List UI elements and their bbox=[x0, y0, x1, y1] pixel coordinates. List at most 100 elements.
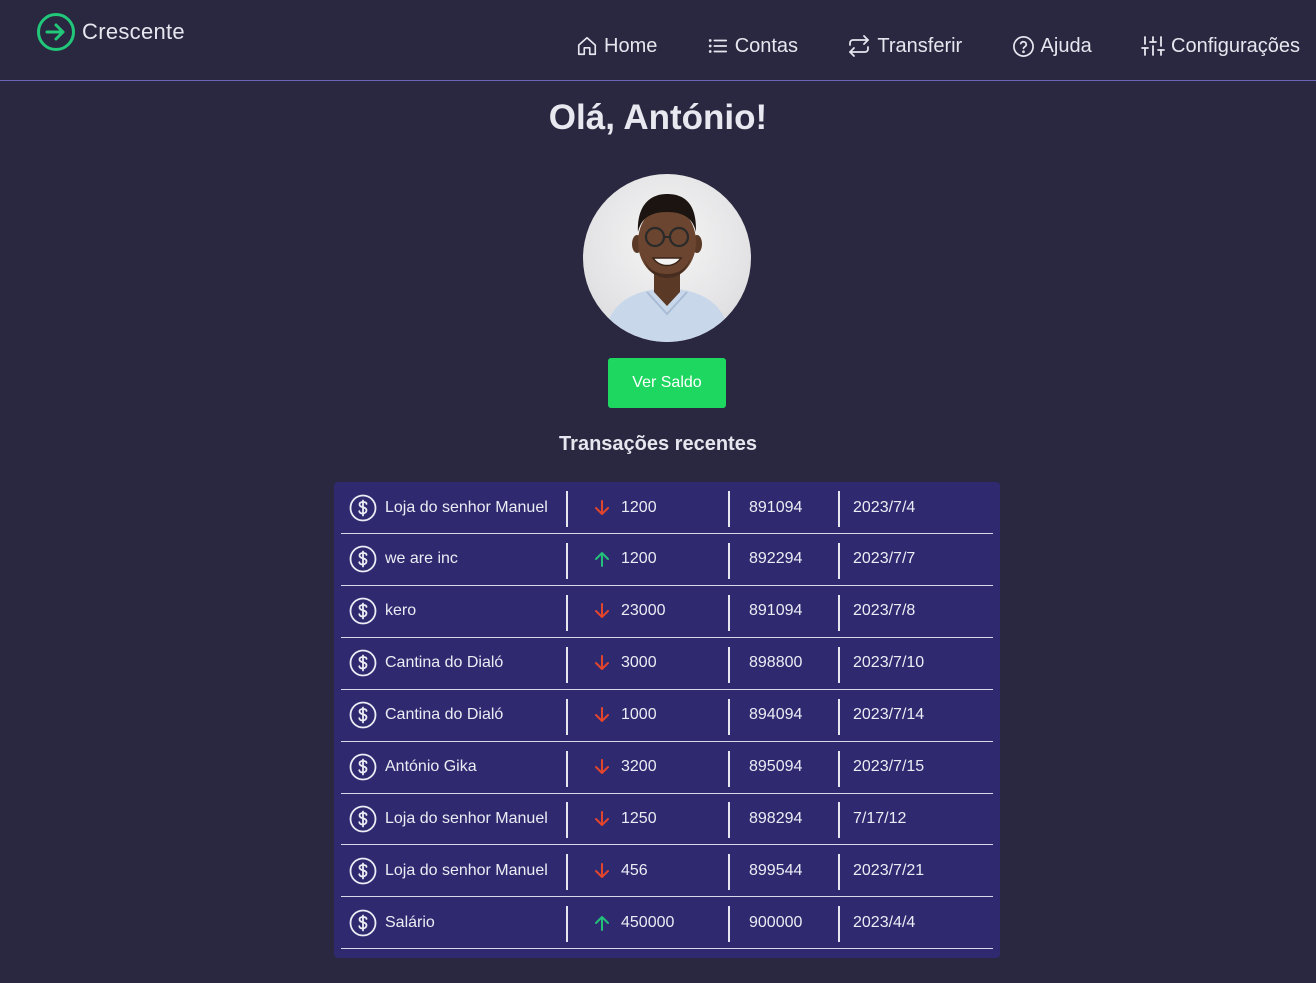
transaction-row[interactable]: António Gika 3200 895094 2023/7/15 bbox=[341, 742, 993, 794]
transaction-name: Cantina do Dialó bbox=[385, 654, 504, 672]
column-divider bbox=[728, 698, 730, 735]
column-divider bbox=[838, 906, 840, 943]
arrow-up-icon bbox=[595, 552, 609, 568]
dollar-circle-icon bbox=[349, 649, 377, 677]
view-balance-button[interactable]: Ver Saldo bbox=[608, 358, 726, 408]
dollar-circle-icon bbox=[349, 597, 377, 625]
transaction-date: 2023/7/21 bbox=[853, 861, 925, 879]
arrow-down-icon bbox=[595, 707, 609, 723]
transaction-name: kero bbox=[385, 602, 417, 620]
transaction-name-cell: Loja do senhor Manuel bbox=[349, 482, 567, 533]
nav-contas[interactable]: Contas bbox=[707, 35, 798, 58]
column-divider bbox=[838, 802, 840, 839]
transaction-amount-cell: 3200 bbox=[588, 742, 728, 793]
column-divider bbox=[728, 854, 730, 891]
transaction-amount: 450000 bbox=[621, 913, 675, 931]
transaction-amount: 23000 bbox=[621, 602, 666, 620]
column-divider bbox=[728, 491, 730, 527]
nav-configuracoes[interactable]: Configurações bbox=[1141, 34, 1300, 58]
transaction-row[interactable]: Salário 450000 900000 2023/4/4 bbox=[341, 897, 993, 950]
transaction-date: 7/17/12 bbox=[853, 809, 907, 827]
list-icon bbox=[708, 39, 727, 53]
nav-ajuda[interactable]: Ajuda bbox=[1012, 35, 1092, 58]
navbar: Crescente Home Contas Transferir Ajuda C… bbox=[0, 0, 1316, 81]
column-divider bbox=[566, 698, 568, 735]
transaction-row[interactable]: Cantina do Dialó 1000 894094 2023/7/14 bbox=[341, 690, 993, 742]
transaction-amount-cell: 1200 bbox=[588, 534, 728, 585]
nav-home[interactable]: Home bbox=[576, 35, 657, 58]
transaction-amount: 456 bbox=[621, 861, 648, 879]
column-divider bbox=[838, 542, 840, 579]
transaction-amount: 3200 bbox=[621, 758, 657, 775]
column-divider bbox=[566, 750, 568, 787]
column-divider bbox=[566, 802, 568, 839]
transaction-reference: 891094 bbox=[749, 498, 803, 516]
transaction-amount: 1250 bbox=[621, 809, 657, 827]
transaction-amount-cell: 1200 bbox=[588, 482, 728, 533]
arrow-right-circle-icon bbox=[37, 13, 75, 51]
transaction-row[interactable]: Loja do senhor Manuel 456 899544 2023/7/… bbox=[341, 845, 993, 898]
arrow-down-icon bbox=[595, 759, 609, 774]
transaction-row[interactable]: we are inc 1200 892294 2023/7/7 bbox=[341, 534, 993, 586]
transaction-amount-cell: 450000 bbox=[588, 897, 728, 948]
transaction-reference: 895094 bbox=[749, 758, 803, 775]
transaction-name: Loja do senhor Manuel bbox=[385, 861, 548, 879]
transaction-amount-cell: 1000 bbox=[588, 690, 728, 741]
arrow-down-icon bbox=[595, 603, 609, 619]
brand-logo-link[interactable]: Crescente bbox=[36, 12, 185, 52]
transaction-reference: 899544 bbox=[749, 861, 803, 879]
transaction-amount-cell: 456 bbox=[588, 845, 728, 896]
transaction-row[interactable]: Loja do senhor Manuel 1200 891094 2023/7… bbox=[341, 482, 993, 534]
column-divider bbox=[566, 491, 568, 527]
transaction-name: Salário bbox=[385, 913, 435, 931]
transaction-name-cell: Salário bbox=[349, 897, 567, 948]
column-divider bbox=[838, 594, 840, 631]
column-divider bbox=[728, 906, 730, 943]
user-photo bbox=[603, 194, 731, 342]
recent-transactions-title: Transações recentes bbox=[559, 433, 757, 455]
nav-transferir-label: Transferir bbox=[877, 34, 963, 57]
nav-transferir[interactable]: Transferir bbox=[847, 34, 962, 58]
transaction-amount: 1000 bbox=[621, 706, 657, 724]
transaction-date: 2023/7/7 bbox=[853, 550, 916, 568]
transaction-amount-cell: 3000 bbox=[588, 638, 728, 689]
column-divider bbox=[728, 802, 730, 839]
transaction-name-cell: António Gika bbox=[349, 742, 567, 793]
transaction-date: 2023/7/8 bbox=[853, 602, 916, 620]
transaction-name: we are inc bbox=[385, 550, 458, 568]
help-circle-icon bbox=[1012, 35, 1034, 57]
nav-ajuda-label: Ajuda bbox=[1040, 34, 1092, 57]
column-divider bbox=[838, 854, 840, 891]
transaction-amount: 1200 bbox=[621, 550, 657, 568]
transaction-reference: 894094 bbox=[749, 706, 803, 724]
transaction-row[interactable]: Loja do senhor Manuel 1250 898294 7/17/1… bbox=[341, 793, 993, 846]
column-divider bbox=[566, 906, 568, 943]
column-divider bbox=[838, 698, 840, 735]
arrow-down-icon bbox=[595, 499, 609, 515]
transactions-list: Loja do senhor Manuel 1200 891094 2023/7… bbox=[334, 482, 1000, 958]
dollar-circle-icon bbox=[349, 909, 377, 937]
transaction-reference: 892294 bbox=[749, 550, 803, 568]
transaction-name: Cantina do Dialó bbox=[385, 706, 504, 724]
transaction-date: 2023/7/15 bbox=[853, 758, 925, 775]
arrow-down-icon bbox=[595, 862, 609, 878]
column-divider bbox=[728, 646, 730, 683]
transaction-name-cell: we are inc bbox=[349, 534, 567, 585]
transaction-amount: 3000 bbox=[621, 654, 657, 672]
column-divider bbox=[566, 646, 568, 683]
nav-configuracoes-label: Configurações bbox=[1171, 34, 1300, 57]
dollar-circle-icon bbox=[349, 701, 377, 729]
arrow-up-icon bbox=[595, 915, 609, 931]
dollar-circle-icon bbox=[349, 857, 377, 885]
transaction-reference: 898294 bbox=[749, 809, 803, 827]
transaction-row[interactable]: kero 23000 891094 2023/7/8 bbox=[341, 586, 993, 638]
dollar-circle-icon bbox=[349, 753, 377, 781]
transaction-name-cell: Loja do senhor Manuel bbox=[349, 793, 567, 844]
transaction-row[interactable]: Cantina do Dialó 3000 898800 2023/7/10 bbox=[341, 638, 993, 690]
column-divider bbox=[566, 542, 568, 579]
transaction-date: 2023/7/14 bbox=[853, 706, 925, 724]
repeat-icon bbox=[849, 35, 870, 57]
arrow-down-icon bbox=[595, 810, 609, 826]
transaction-name: António Gika bbox=[385, 758, 477, 775]
column-divider bbox=[728, 750, 730, 787]
